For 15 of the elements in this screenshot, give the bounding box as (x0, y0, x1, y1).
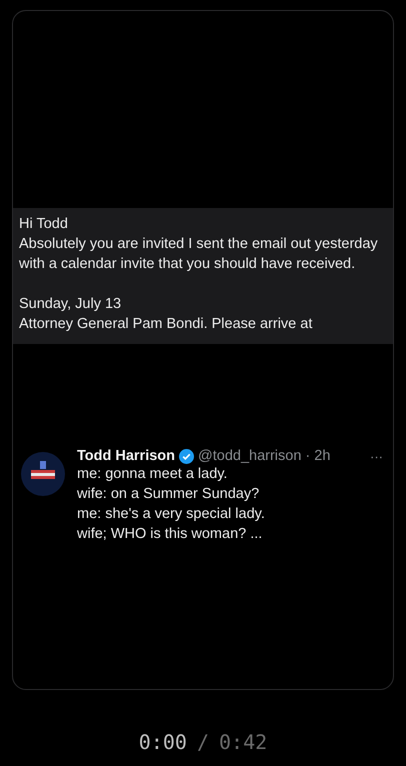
message-details: Attorney General Pam Bondi. Please arrive at (19, 315, 314, 334)
avatar-icon (21, 452, 65, 496)
message-text: Absolutely you are invited I sent the email out yesterday with a calendar invite that you should have received. (19, 235, 379, 274)
message-greeting: Hi Todd (19, 215, 69, 234)
time-separator: / (196, 730, 210, 754)
author-name: Todd Harrison (77, 448, 176, 464)
more-button[interactable]: ··· (370, 448, 383, 464)
message-date: Sunday, July 13 (19, 295, 122, 314)
post-text: wife; WHO is this woman? ... (77, 525, 264, 544)
post-text: wife: on a Summer Sunday? (77, 485, 260, 504)
post-text: me: gonna meet a lady. (77, 465, 228, 484)
current-time: 0:00 (138, 730, 187, 754)
post-text: me: she's a very special lady. (77, 505, 266, 524)
video-duration: 0:42 (219, 730, 268, 754)
author-handle[interactable]: @todd_harrison · 2h (198, 448, 330, 464)
